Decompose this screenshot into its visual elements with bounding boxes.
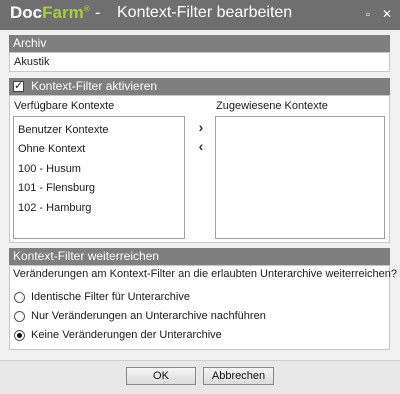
radio-identische-filter[interactable] — [14, 292, 25, 303]
weiterreichen-header: Kontext-Filter weiterreichen — [9, 248, 390, 265]
archiv-value: Akustik — [14, 56, 50, 68]
cancel-button[interactable]: Abbrechen — [203, 367, 274, 385]
list-item[interactable]: Benutzer Kontexte — [18, 124, 109, 136]
radio-keine-veraenderungen[interactable] — [14, 330, 25, 341]
kontext-filter-checkbox[interactable]: ✓ — [13, 80, 24, 92]
list-item[interactable]: 101 - Flensburg — [18, 182, 95, 194]
archiv-value-box — [9, 52, 390, 72]
kontext-filter-header: Kontext-Filter aktivieren — [9, 78, 390, 95]
ok-button[interactable]: OK — [126, 367, 196, 385]
list-item[interactable]: 102 - Hamburg — [18, 202, 91, 214]
close-icon: ✕ — [381, 7, 393, 21]
logo-farm-text: Farm — [42, 3, 84, 22]
list-item[interactable]: Ohne Kontext — [18, 143, 85, 155]
assigned-contexts-label: Zugewiesene Kontexte — [216, 100, 328, 112]
radio-label-nur-veraenderungen[interactable]: Nur Veränderungen an Unterarchive nachfü… — [31, 310, 266, 322]
radio-label-keine-veraenderungen[interactable]: Keine Veränderungen der Unterarchive — [31, 329, 222, 341]
move-right-button[interactable]: › — [194, 120, 208, 134]
weiterreichen-question: Veränderungen am Kontext-Filter an die e… — [13, 268, 397, 280]
window-title: Kontext-Filter bearbeiten — [117, 4, 293, 21]
logo-doc-text: Doc — [10, 3, 43, 22]
restore-icon: ▫ — [365, 7, 371, 21]
radio-label-identische-filter[interactable]: Identische Filter für Unterarchive — [31, 291, 190, 303]
close-window-button[interactable]: ✕ — [379, 5, 395, 23]
title-bar: DocFarm® - Kontext-Filter bearbeiten ▫ ✕ — [0, 0, 400, 30]
docfarm-logo: DocFarm® — [10, 3, 90, 23]
available-contexts-label: Verfügbare Kontexte — [14, 100, 115, 112]
checkmark-icon: ✓ — [14, 80, 24, 92]
kontext-filter-label: Kontext-Filter aktivieren — [31, 79, 158, 93]
assigned-contexts-list[interactable] — [215, 116, 385, 239]
dialog-footer — [0, 360, 400, 394]
radio-nur-veraenderungen[interactable] — [14, 311, 25, 322]
chevron-right-icon: › — [198, 119, 204, 135]
list-item[interactable]: 100 - Husum — [18, 163, 81, 175]
title-separator: - — [95, 3, 101, 22]
restore-window-button[interactable]: ▫ — [360, 5, 376, 23]
chevron-left-icon: ‹ — [198, 138, 204, 154]
archiv-header: Archiv — [9, 35, 390, 52]
move-left-button[interactable]: ‹ — [194, 139, 208, 153]
available-contexts-list[interactable]: Benutzer Kontexte Ohne Kontext 100 - Hus… — [13, 116, 185, 239]
logo-registered-mark: ® — [83, 4, 90, 14]
